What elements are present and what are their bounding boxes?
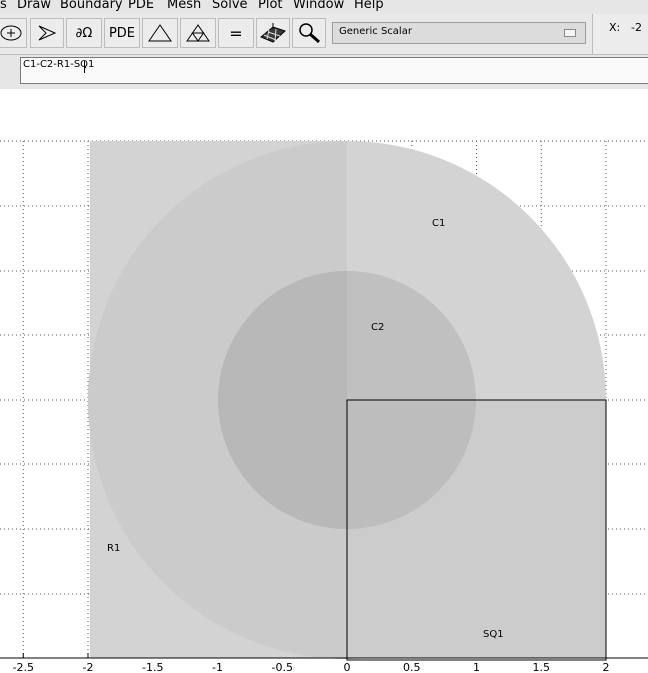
- label-c1: C1: [432, 218, 445, 229]
- x-tick-labels: -2.5 -2 -1.5 -1 -0.5 0 0.5 1 1.5 2: [13, 661, 610, 673]
- geometry-axes: C1 C2 R1 SQ1 -2.5 -2 -1.5 -1 -0.5 0 0.5 1 1.5 2: [0, 140, 648, 673]
- x-tick-label: -0.5: [272, 661, 293, 673]
- x-tick-label: 1.5: [533, 661, 551, 673]
- x-tick-label: 1: [473, 661, 480, 673]
- x-tick-label: -2: [83, 661, 94, 673]
- label-c2: C2: [371, 322, 384, 333]
- x-tick-label: 0: [344, 661, 351, 673]
- x-tick-label: -1.5: [142, 661, 163, 673]
- x-tick-label: -2.5: [13, 661, 34, 673]
- x-tick-label: 2: [603, 661, 610, 673]
- label-r1: R1: [107, 543, 120, 554]
- x-tick-label: 0.5: [403, 661, 421, 673]
- x-tick-label: -1: [212, 661, 223, 673]
- label-sq1: SQ1: [483, 629, 504, 640]
